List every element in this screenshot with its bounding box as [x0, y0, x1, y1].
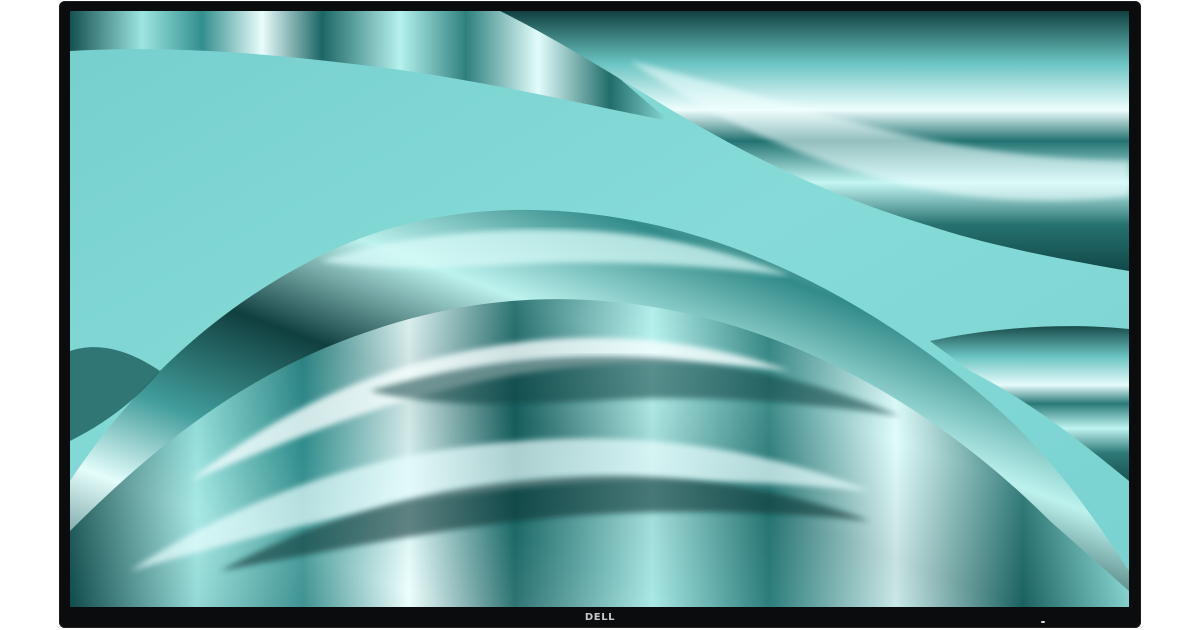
monitor-screen	[70, 11, 1129, 607]
power-indicator-light	[1041, 621, 1045, 623]
abstract-ribbon-wallpaper-icon	[70, 11, 1129, 607]
monitor-bottom-bezel: DELL	[59, 607, 1141, 628]
dell-logo: DELL	[584, 611, 616, 623]
monitor: DELL	[59, 1, 1141, 628]
